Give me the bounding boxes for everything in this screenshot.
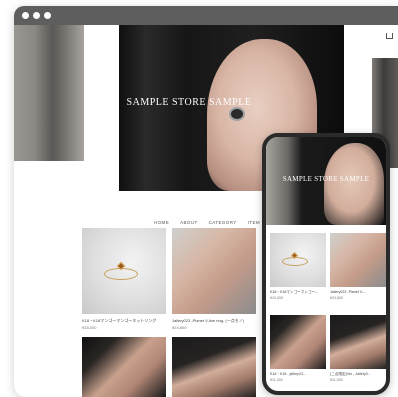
- product-name[interactable]: Jallery023 -Planet V-line ring- (一点モノ): [172, 318, 256, 324]
- product-price: ¥15,000: [82, 325, 97, 330]
- mobile-product-price: ¥15,000: [270, 296, 283, 300]
- mobile-store-title: SAMPLE STORE SAMPLE: [282, 175, 370, 183]
- window-minimize-dot[interactable]: [33, 12, 40, 19]
- hero-side-image-left: [14, 25, 84, 161]
- cart-icon[interactable]: [386, 33, 393, 39]
- mobile-product-card[interactable]: [330, 315, 386, 369]
- store-title: SAMPLE STORE SAMPLE: [126, 97, 252, 108]
- mobile-product-price: ¥24,800: [330, 296, 343, 300]
- mobile-preview: SAMPLE STORE SAMPLE K18・K18マンゴーマンゴー... ¥…: [262, 133, 390, 395]
- product-card[interactable]: [82, 228, 166, 314]
- product-card[interactable]: [82, 337, 166, 397]
- product-card[interactable]: [172, 228, 256, 314]
- nav-item-home[interactable]: HOME: [154, 220, 169, 225]
- mobile-product-card[interactable]: [270, 315, 326, 369]
- mobile-product-card[interactable]: [330, 233, 386, 287]
- mobile-product-price: ¥11,000: [270, 378, 283, 382]
- mobile-product-card[interactable]: [270, 233, 326, 287]
- nav-item-category[interactable]: CATEGORY: [209, 220, 237, 225]
- mobile-hero-hand-photo: [324, 143, 384, 225]
- product-card[interactable]: [172, 337, 256, 397]
- window-maximize-dot[interactable]: [44, 12, 51, 19]
- mobile-product-name[interactable]: (二点限定)Ver - Jallery0...: [330, 372, 386, 377]
- hero-ring-photo: [229, 107, 245, 121]
- browser-titlebar: [14, 6, 398, 25]
- mobile-product-name[interactable]: Jallery023 -Planet V-...: [330, 290, 386, 294]
- mobile-product-name[interactable]: K18・K18マンゴーマンゴー...: [270, 290, 326, 295]
- product-price: ¥24,800: [172, 325, 187, 330]
- nav-item-about[interactable]: ABOUT: [180, 220, 198, 225]
- mobile-product-price: ¥11,000: [330, 378, 343, 382]
- window-close-dot[interactable]: [22, 12, 29, 19]
- product-name[interactable]: K18・K18マンゴーマンゴーネットリング: [82, 318, 166, 324]
- nav-item-item[interactable]: ITEM: [248, 220, 260, 225]
- mobile-product-name[interactable]: K18・K18 - jallery23...: [270, 372, 326, 377]
